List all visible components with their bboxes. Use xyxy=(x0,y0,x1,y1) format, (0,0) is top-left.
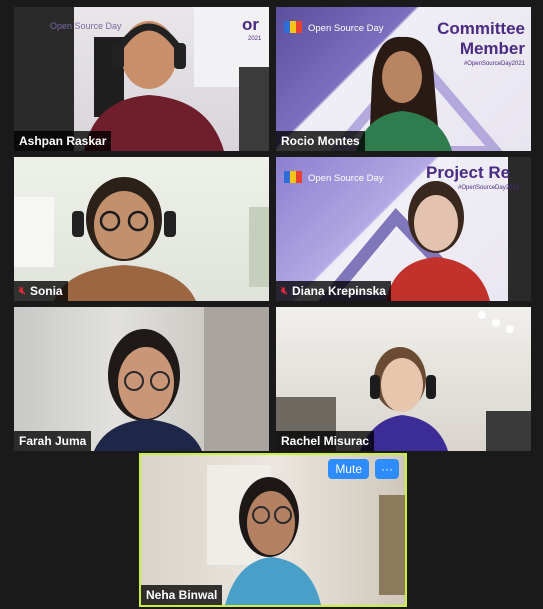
participant-name: Neha Binwal xyxy=(146,588,218,602)
background-hashtag: #OpenSourceDay2021 xyxy=(463,61,525,67)
participant-name-tag: Neha Binwal xyxy=(141,585,223,605)
participant-name-tag: Farah Juma xyxy=(14,431,92,451)
background-committee-text: Committee Member xyxy=(437,19,525,59)
muted-microphone-icon: 🔇︎ xyxy=(281,284,288,297)
more-options-button[interactable]: ··· xyxy=(375,459,399,479)
participant-video xyxy=(94,307,269,451)
mute-button[interactable]: Mute xyxy=(328,459,369,479)
participant-name-tag: 🔇︎ Sonia xyxy=(14,281,68,301)
video-tile-diana-krepinska[interactable]: Open Source Day Project Re #OpenSourceDa… xyxy=(276,157,531,301)
participant-name: Sonia xyxy=(29,284,63,298)
background-sign-text: Open Source Day xyxy=(50,21,122,31)
participant-name: Farah Juma xyxy=(19,434,87,448)
committee-line-1: Committee xyxy=(437,19,525,38)
video-tile-sonia[interactable]: 🔇︎ Sonia xyxy=(14,157,269,301)
video-tile-neha-binwal[interactable]: Mute ··· Neha Binwal xyxy=(139,453,407,607)
participant-name: Rocio Montes xyxy=(281,134,360,148)
muted-microphone-icon: 🔇︎ xyxy=(19,284,26,297)
participant-video xyxy=(276,311,531,451)
committee-line-2: Member xyxy=(459,39,525,58)
background-hashtag: #OpenSourceDay2021 xyxy=(458,185,520,191)
background-sign-partial: or xyxy=(242,15,259,34)
participant-video xyxy=(14,177,269,301)
participant-name: Ashpan Raskar xyxy=(19,134,107,148)
video-tile-ashpan-raskar[interactable]: Open Source Day or 2021 Ashpan Raskar xyxy=(14,7,269,151)
brand-logo-icon xyxy=(284,21,302,33)
background-brand-text: Open Source Day xyxy=(308,23,384,34)
participant-name: Rachel Misurac xyxy=(281,434,370,448)
background-sign-year: 2021 xyxy=(248,36,262,42)
background-project-text: Project Re xyxy=(426,163,511,182)
video-tile-rachel-misurac[interactable]: Rachel Misurac xyxy=(276,307,531,451)
participant-name-tag: 🔇︎ Diana Krepinska xyxy=(276,281,391,301)
participant-name-tag: Rocio Montes xyxy=(276,131,365,151)
video-tile-farah-juma[interactable]: Farah Juma xyxy=(14,307,269,451)
brand-logo-icon xyxy=(284,171,302,183)
background-brand-text: Open Source Day xyxy=(308,173,384,184)
video-tile-rocio-montes[interactable]: Open Source Day Committee Member #OpenSo… xyxy=(276,7,531,151)
participant-name-tag: Ashpan Raskar xyxy=(14,131,112,151)
participant-name-tag: Rachel Misurac xyxy=(276,431,375,451)
participant-name: Diana Krepinska xyxy=(291,284,386,298)
